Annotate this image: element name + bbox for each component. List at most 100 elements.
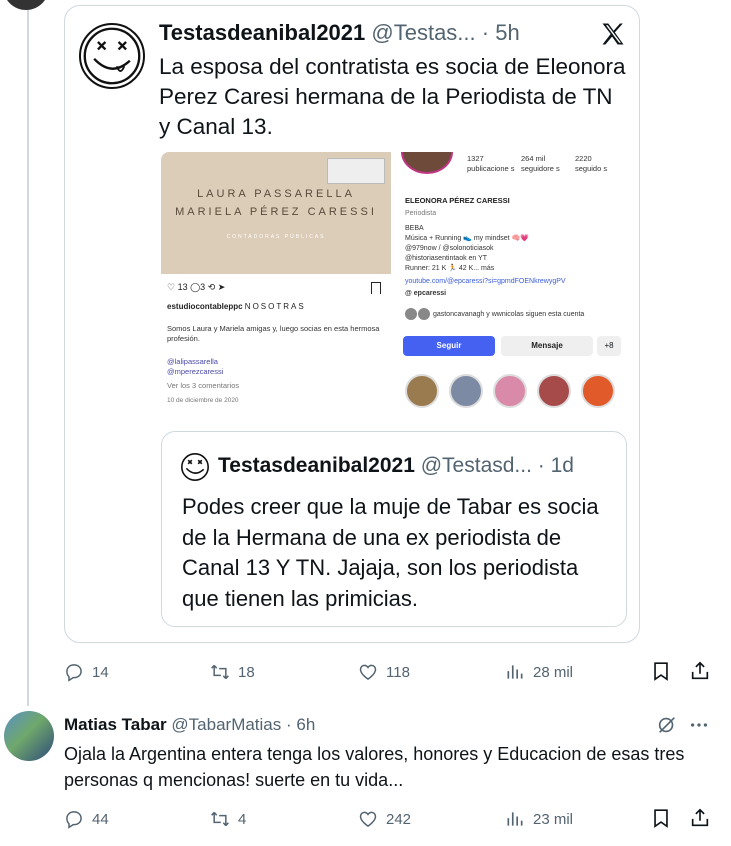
profile-photo: [401, 152, 453, 174]
quoted-tweet-text: Podes creer que la muje de Tabar es soci…: [182, 494, 599, 611]
followed-by-text: gastoncavanagh y wwnicolas siguen esta c…: [432, 310, 585, 318]
story-highlight: [449, 374, 483, 408]
embedded-handle: @Testas...: [371, 20, 476, 45]
embedded-display-name: Testasdeanibal2021: [159, 20, 366, 45]
x-logo-icon: [602, 23, 624, 45]
followed-by: gastoncavanagh y wwnicolas siguen esta c…: [405, 308, 584, 320]
stat-posts-label: publicacione s: [467, 164, 515, 173]
add-person-button: +8: [597, 336, 621, 356]
logo-seal: [327, 158, 385, 184]
views-icon: [507, 665, 523, 679]
story-highlight: [493, 374, 527, 408]
repost-button[interactable]: 18: [210, 660, 255, 684]
reply-icon: [66, 664, 82, 682]
post-likes: 13: [177, 282, 188, 292]
thread-connector-line: [27, 0, 29, 706]
post-date: 10 de diciembre de 2020: [167, 397, 239, 404]
instagram-collage: LAURA PASSARELLA MARIELA PÉREZ CARESSI C…: [161, 152, 627, 414]
banner-line-1: LAURA PASSARELLA: [197, 188, 355, 200]
quoted-handle: @Testasd...: [420, 454, 532, 477]
reply-handle[interactable]: @TabarMatias: [171, 715, 281, 734]
views-count: 28 mil: [533, 663, 574, 681]
bio-line: BEBA: [405, 225, 424, 232]
main-tweet-actions: 14 18 118 28 mil: [64, 660, 724, 684]
quoted-display-name: Testasdeanibal2021: [218, 454, 415, 477]
like-count: 242: [386, 810, 412, 828]
post-username-suffix: NOSOTRAS: [244, 302, 306, 311]
profile-name: ELEONORA PÉREZ CARESSI: [405, 196, 510, 205]
grok-icon[interactable]: [656, 714, 678, 736]
bookmark-icon: [371, 282, 381, 294]
bio-line: @979now / @solonoticiasok: [405, 245, 494, 252]
post-actions: ♡ 13 ◯3 ⟲ ➤: [167, 282, 226, 292]
reply-button[interactable]: 44: [64, 807, 109, 831]
embedded-avatar: [79, 23, 145, 89]
banner-line-3: CONTADORAS PÚBLICAS: [226, 234, 326, 240]
quoted-avatar: [181, 453, 209, 481]
post-caption: Somos Laura y Mariela amigas y, luego so…: [167, 324, 380, 343]
post-username: estudiocontableppc NOSOTRAS: [167, 302, 306, 311]
instagram-post: LAURA PASSARELLA MARIELA PÉREZ CARESSI C…: [161, 152, 391, 414]
post-comments: 3: [200, 282, 206, 292]
embedded-tweet-text: La esposa del contratista es socia de El…: [159, 54, 626, 139]
bookmark-button[interactable]: [650, 807, 672, 829]
reply-count: 14: [92, 663, 109, 681]
stat-following-value: 2220: [575, 154, 592, 163]
reply-count: 44: [92, 810, 109, 828]
reply-text: Ojala la Argentina entera tenga los valo…: [64, 744, 685, 790]
views-button[interactable]: 23 mil: [505, 807, 573, 831]
reply-tweet-actions: 44 4 242 23 mil: [64, 807, 724, 831]
reply-header: Matias Tabar @TabarMatias · 6h: [64, 715, 315, 735]
reply-display-name[interactable]: Matias Tabar: [64, 715, 167, 734]
post-tag-1: @lalipassarella: [167, 357, 218, 366]
reply-timestamp[interactable]: · 6h: [286, 715, 315, 734]
views-button[interactable]: 28 mil: [505, 660, 573, 684]
reply-avatar[interactable]: [4, 711, 54, 761]
heart-icon: [359, 664, 377, 680]
post-tags: @lalipassarella @mperezcaressi: [167, 357, 223, 377]
story-highlight: [405, 374, 439, 408]
more-options-icon[interactable]: [688, 714, 710, 736]
profile-role: Periodista: [405, 210, 437, 217]
stat-following-label: seguido s: [575, 164, 608, 173]
instagram-profile: 1327 264 mil 2220 publicacione s seguidore …: [397, 152, 627, 414]
like-button[interactable]: 118: [358, 660, 410, 684]
previous-tweet-avatar[interactable]: [3, 0, 49, 10]
profile-bio: BEBA Música + Running 👟 my mindset 🧠💗 @9…: [405, 224, 529, 274]
profile-link: youtube.com/@epcaressi?si=gpmdFOENkrewyg…: [405, 278, 566, 285]
repost-count: 4: [238, 810, 247, 828]
embedded-quoted-tweet: Testasdeanibal2021 @Testasd... · 1d Pode…: [161, 431, 627, 627]
reply-button[interactable]: 14: [64, 660, 109, 684]
share-button[interactable]: [689, 807, 711, 829]
repost-icon: [211, 811, 229, 827]
stat-followers-label: seguidore s: [521, 164, 560, 173]
views-icon: [507, 812, 523, 826]
bookmark-button[interactable]: [650, 660, 672, 682]
stat-posts-value: 1327: [467, 154, 484, 163]
banner-line-2: MARIELA PÉREZ CARESSI: [175, 206, 377, 218]
view-comments: Ver los 3 comentarios: [167, 381, 240, 390]
like-button[interactable]: 242: [358, 807, 411, 831]
embedded-tweet-header: Testasdeanibal2021 @Testas... · 5h: [159, 20, 520, 46]
views-count: 23 mil: [533, 810, 574, 828]
story-highlight: [581, 374, 615, 408]
threads-handle-text: epcaressi: [413, 290, 447, 297]
quoted-tweet-header: Testasdeanibal2021 @Testasd... · 1d: [218, 454, 574, 478]
message-button: Mensaje: [501, 336, 593, 356]
story-highlight: [537, 374, 571, 408]
repost-icon: [211, 664, 229, 680]
tweet-media-screenshot[interactable]: Testasdeanibal2021 @Testas... · 5h La es…: [64, 5, 640, 643]
embedded-timestamp: · 5h: [481, 20, 520, 45]
follow-button: Seguir: [403, 336, 495, 356]
bio-line: Música + Running 👟 my mindset 🧠💗: [405, 235, 529, 242]
bio-line: @historiasentintaok en YT: [405, 255, 488, 262]
post-tag-2: @mperezcaressi: [167, 367, 224, 376]
reply-icon: [66, 811, 82, 829]
repost-button[interactable]: 4: [210, 807, 246, 831]
post-username-text: estudiocontableppc: [167, 302, 243, 311]
share-button[interactable]: [689, 660, 711, 682]
threads-handle: @ epcaressi: [405, 290, 447, 297]
repost-count: 18: [238, 663, 255, 681]
bio-line: Runner: 21 K 🏃 42 K... más: [405, 265, 495, 272]
stat-followers-value: 264 mil: [521, 154, 546, 163]
